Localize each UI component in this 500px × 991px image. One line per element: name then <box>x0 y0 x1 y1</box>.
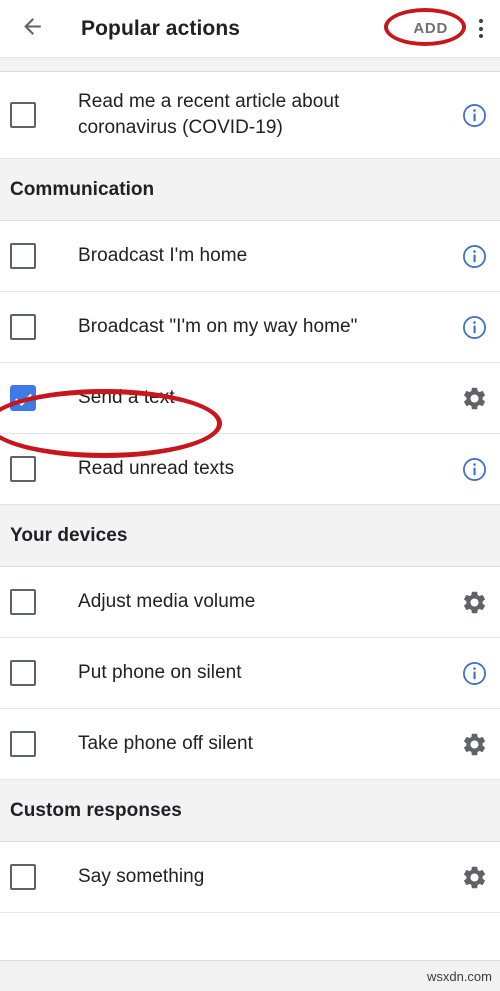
app-bar: Popular actions ADD <box>0 0 500 57</box>
list-item[interactable]: Say something <box>0 842 500 913</box>
list-item[interactable]: Adjust media volume <box>0 567 500 638</box>
checkbox-unchecked[interactable] <box>10 314 36 340</box>
info-icon <box>461 660 488 687</box>
settings-button[interactable] <box>448 589 500 616</box>
list-item-label: Take phone off silent <box>78 733 253 754</box>
gear-icon <box>461 589 488 616</box>
checkbox-unchecked[interactable] <box>10 589 36 615</box>
section-header: Communication <box>0 159 500 221</box>
gear-icon <box>461 864 488 891</box>
section-header-label: Communication <box>10 179 155 200</box>
checkbox-unchecked[interactable] <box>10 660 36 686</box>
footer-bar: wsxdn.com <box>0 960 500 991</box>
list-item[interactable]: Put phone on silent <box>0 638 500 709</box>
page-title: Popular actions <box>81 16 241 40</box>
watermark: wsxdn.com <box>426 968 492 984</box>
arrow-left-icon <box>20 14 45 44</box>
info-icon <box>461 314 488 341</box>
list-item-label: Say something <box>78 866 205 887</box>
checkbox-unchecked[interactable] <box>10 456 36 482</box>
checkbox-unchecked[interactable] <box>10 731 36 757</box>
actions-list[interactable]: Read me a recent article about coronavir… <box>0 58 500 913</box>
list-item-label: Broadcast "I'm on my way home" <box>78 316 358 337</box>
info-icon <box>461 456 488 483</box>
section-header: Custom responses <box>0 780 500 842</box>
overflow-menu-button[interactable] <box>468 7 494 51</box>
checkbox-unchecked[interactable] <box>10 102 36 128</box>
list-item-label: Read me a recent article about coronavir… <box>78 91 340 138</box>
info-icon <box>461 102 488 129</box>
section-header-label: Your devices <box>10 525 128 546</box>
popular-actions-screen: Popular actions ADD Read me a recent art… <box>0 0 500 991</box>
list-item-label: Send a text <box>78 387 175 408</box>
list-item-label: Broadcast I'm home <box>78 245 248 266</box>
list-item-label: Adjust media volume <box>78 591 256 612</box>
info-button[interactable] <box>448 102 500 129</box>
checkbox-unchecked[interactable] <box>10 243 36 269</box>
list-item[interactable]: Take phone off silent <box>0 709 500 780</box>
gear-icon <box>461 731 488 758</box>
checkbox-checked[interactable] <box>10 385 36 411</box>
info-button[interactable] <box>448 456 500 483</box>
list-item[interactable]: Broadcast "I'm on my way home" <box>0 292 500 363</box>
list-item-label: Read unread texts <box>78 458 235 479</box>
gear-icon <box>461 385 488 412</box>
partial-section-band <box>0 58 500 72</box>
info-button[interactable] <box>448 314 500 341</box>
back-button[interactable] <box>12 9 52 49</box>
add-button[interactable]: ADD <box>409 14 452 43</box>
checkbox-unchecked[interactable] <box>10 864 36 890</box>
settings-button[interactable] <box>448 731 500 758</box>
settings-button[interactable] <box>448 385 500 412</box>
list-item-label: Put phone on silent <box>78 662 242 683</box>
list-item[interactable]: Send a text <box>0 363 500 434</box>
settings-button[interactable] <box>448 864 500 891</box>
list-item[interactable]: Read me a recent article about coronavir… <box>0 72 500 159</box>
info-button[interactable] <box>448 660 500 687</box>
section-header: Your devices <box>0 505 500 567</box>
info-icon <box>461 243 488 270</box>
info-button[interactable] <box>448 243 500 270</box>
list-item[interactable]: Read unread texts <box>0 434 500 505</box>
section-header-label: Custom responses <box>10 800 182 821</box>
list-item[interactable]: Broadcast I'm home <box>0 221 500 292</box>
